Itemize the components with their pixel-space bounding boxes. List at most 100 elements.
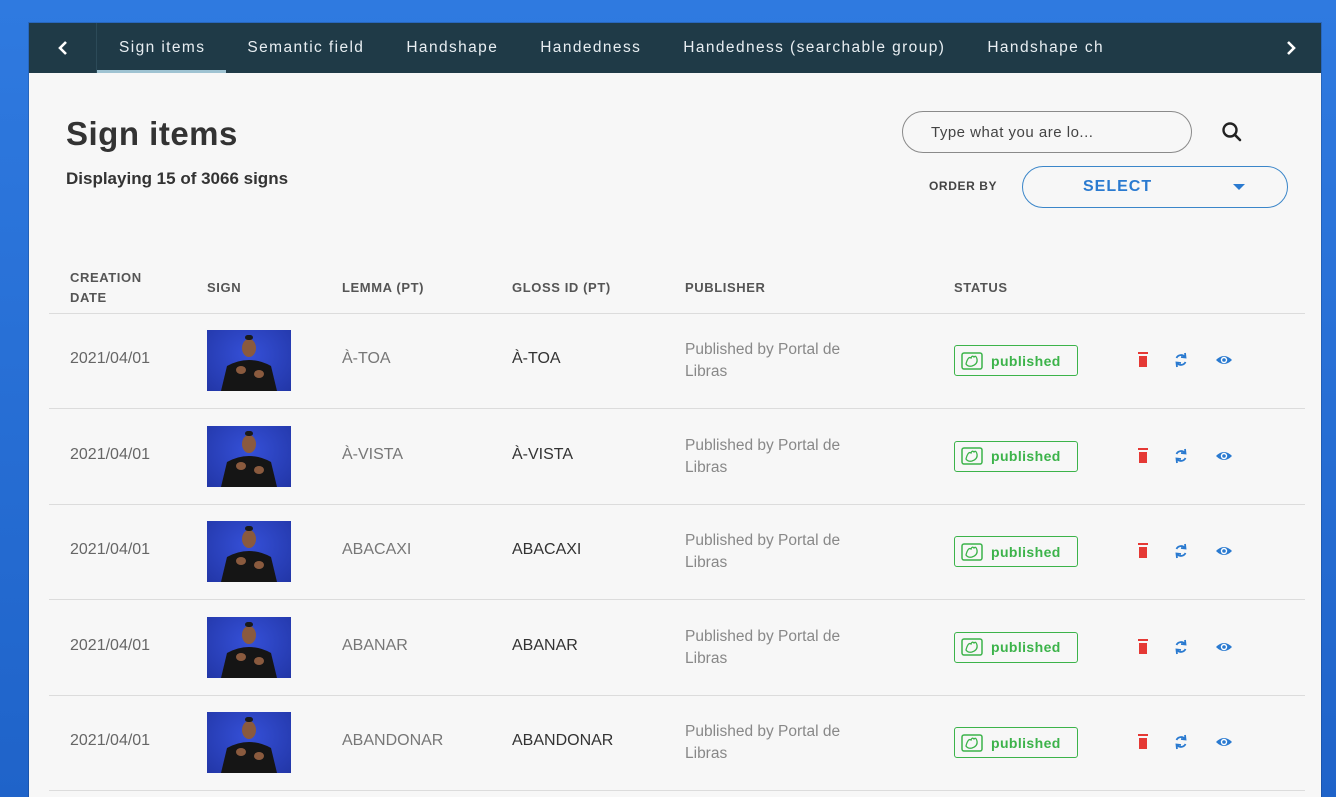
gloss-id-cell: À-VISTA xyxy=(512,445,574,463)
search-icon xyxy=(1222,122,1242,142)
publisher-cell: Published by Portal de Libras xyxy=(685,627,841,667)
tab-semantic-field[interactable]: Semantic field xyxy=(226,23,385,73)
status-label: published xyxy=(991,352,1061,369)
creation-date-cell: 2021/04/01 xyxy=(70,445,151,463)
tab-handedness-searchable-group[interactable]: Handedness (searchable group) xyxy=(662,23,966,73)
sign-thumbnail[interactable] xyxy=(207,330,291,391)
table-row[interactable]: 2021/04/01 À-TOA À-TOA Published by Port… xyxy=(49,313,1305,409)
sync-icon xyxy=(1175,639,1187,654)
view-button[interactable] xyxy=(1215,733,1232,751)
trash-icon xyxy=(1138,447,1148,463)
lemma-cell: À-TOA xyxy=(342,350,391,367)
tab-scroll-left-button[interactable] xyxy=(29,23,97,73)
gloss-id-cell: ABANDONAR xyxy=(512,732,614,749)
app-frame: Sign items Semantic field Handshape Hand… xyxy=(29,23,1321,797)
sync-button[interactable] xyxy=(1173,733,1189,751)
column-header-publisher[interactable]: PUBLISHER xyxy=(685,278,766,298)
table-header: CREATION DATE SIGN LEMMA (PT) GLOSS ID (… xyxy=(49,263,1305,314)
tab-handshape[interactable]: Handshape xyxy=(385,23,519,73)
sync-button[interactable] xyxy=(1173,542,1189,560)
sign-thumbnail[interactable] xyxy=(207,521,291,582)
creation-date-cell: 2021/04/01 xyxy=(70,350,151,367)
hands-icon xyxy=(961,351,983,370)
trash-icon xyxy=(1138,543,1148,558)
eye-icon xyxy=(1216,356,1232,364)
eye-icon xyxy=(1216,451,1232,460)
signer-image xyxy=(221,717,277,773)
table-row[interactable]: 2021/04/01 ABANAR ABANAR Published by Po… xyxy=(49,600,1305,696)
signer-image xyxy=(221,621,277,678)
publisher-cell: Published by Portal de Libras xyxy=(685,436,841,476)
chevron-right-icon xyxy=(1287,41,1296,55)
publisher-cell: Published by Portal de Libras xyxy=(685,341,841,380)
gloss-id-cell: ABANAR xyxy=(512,636,578,654)
publisher-cell: Published by Portal de Libras xyxy=(685,532,841,571)
result-count: Displaying 15 of 3066 signs xyxy=(66,169,289,188)
delete-button[interactable] xyxy=(1135,733,1151,751)
sign-thumbnail[interactable] xyxy=(207,616,291,678)
eye-icon xyxy=(1216,547,1232,555)
lemma-cell: À-VISTA xyxy=(342,445,404,463)
chevron-left-icon xyxy=(57,41,67,55)
caret-down-icon xyxy=(1233,184,1245,190)
hands-icon xyxy=(961,733,983,752)
trash-icon xyxy=(1138,734,1148,749)
creation-date-cell: 2021/04/01 xyxy=(70,636,151,654)
delete-button[interactable] xyxy=(1135,351,1151,369)
sync-icon xyxy=(1175,352,1187,368)
lemma-cell: ABANAR xyxy=(342,636,408,654)
view-button[interactable] xyxy=(1215,542,1232,560)
search-input[interactable] xyxy=(902,111,1192,153)
sync-button[interactable] xyxy=(1173,638,1189,656)
delete-button[interactable] xyxy=(1135,542,1151,560)
sync-icon xyxy=(1175,734,1187,750)
column-header-status[interactable]: STATUS xyxy=(954,278,1008,298)
tab-sign-items[interactable]: Sign items xyxy=(97,23,227,73)
column-header-gloss-id[interactable]: GLOSS ID (PT) xyxy=(512,278,611,298)
sync-icon xyxy=(1175,543,1187,559)
view-button[interactable] xyxy=(1215,351,1232,369)
delete-button[interactable] xyxy=(1135,638,1151,656)
view-button[interactable] xyxy=(1215,638,1232,656)
trash-icon xyxy=(1138,638,1148,654)
eye-icon xyxy=(1216,738,1232,746)
creation-date-cell: 2021/04/01 xyxy=(70,732,151,749)
delete-button[interactable] xyxy=(1135,447,1151,465)
trash-icon xyxy=(1138,352,1148,367)
table-row[interactable]: 2021/04/01 ABANDONAR ABANDONAR Published… xyxy=(49,695,1305,791)
hands-icon xyxy=(961,638,983,656)
tab-handedness[interactable]: Handedness xyxy=(519,23,662,73)
status-badge: published xyxy=(954,536,1078,567)
hands-icon xyxy=(961,542,983,561)
column-header-lemma[interactable]: LEMMA (PT) xyxy=(342,278,424,298)
status-badge: published xyxy=(954,631,1078,663)
column-header-creation-line2: DATE xyxy=(70,290,107,305)
status-label: published xyxy=(991,448,1061,464)
sign-thumbnail[interactable] xyxy=(207,712,291,773)
status-badge: published xyxy=(954,727,1078,758)
sign-thumbnail[interactable] xyxy=(207,425,291,487)
publisher-cell: Published by Portal de Libras xyxy=(685,723,841,762)
column-header-creation-date[interactable]: CREATION DATE xyxy=(70,268,142,308)
search-button[interactable] xyxy=(1219,119,1245,145)
signer-image xyxy=(221,430,277,487)
order-by-select[interactable]: SELECT xyxy=(1022,166,1288,208)
table-row[interactable]: 2021/04/01 À-VISTA À-VISTA Published by … xyxy=(49,409,1305,505)
status-badge: published xyxy=(954,440,1078,472)
tab-scroll-right-button[interactable] xyxy=(1261,23,1321,73)
status-badge: published xyxy=(954,345,1078,376)
signer-image xyxy=(221,526,277,582)
table-row[interactable]: 2021/04/01 ABACAXI ABACAXI Published by … xyxy=(49,504,1305,600)
signer-image xyxy=(221,335,277,391)
page-title: Sign items xyxy=(66,115,238,152)
eye-icon xyxy=(1216,642,1232,651)
tab-bar: Sign items Semantic field Handshape Hand… xyxy=(29,23,1321,73)
tab-handshape-ch[interactable]: Handshape ch xyxy=(966,23,1125,73)
sync-button[interactable] xyxy=(1173,351,1189,369)
column-header-sign[interactable]: SIGN xyxy=(207,278,241,298)
creation-date-cell: 2021/04/01 xyxy=(70,541,151,558)
order-by-value: SELECT xyxy=(1083,178,1153,195)
view-button[interactable] xyxy=(1215,447,1232,465)
sync-button[interactable] xyxy=(1173,447,1189,465)
gloss-id-cell: ABACAXI xyxy=(512,541,582,558)
